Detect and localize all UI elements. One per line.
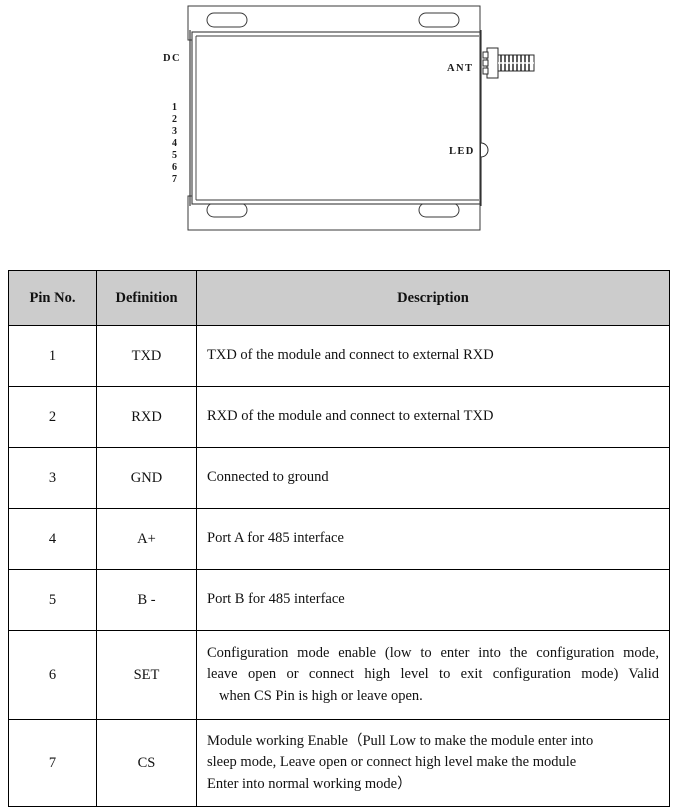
description-line: when CS Pin is high or leave open.	[219, 687, 423, 704]
cell-definition: GND	[96, 447, 197, 509]
cell-pin-no: 6	[8, 630, 97, 720]
cell-description: TXD of the module and connect to externa…	[196, 325, 670, 387]
table-row: 6 SET Configuration mode enable (low to …	[8, 630, 670, 720]
cell-pin-no: 3	[8, 447, 97, 509]
ant-label: ANT	[447, 63, 473, 74]
pin-number-2: 2	[172, 114, 177, 125]
pin-number-1: 1	[172, 102, 177, 113]
cell-description: Module working Enable（Pull Low to make t…	[196, 719, 670, 807]
description-line: sleep mode, Leave open or connect high l…	[207, 754, 577, 771]
column-header-definition: Definition	[96, 270, 197, 326]
description-line: Module working Enable（Pull Low to make t…	[207, 733, 594, 750]
table-row: 7 CS Module working Enable（Pull Low to m…	[8, 719, 670, 807]
table-row: 3 GND Connected to ground	[8, 447, 670, 509]
pin-number-6: 6	[172, 162, 177, 173]
cell-pin-no: 1	[8, 325, 97, 387]
table-header-row: Pin No. Definition Description	[8, 270, 670, 326]
module-body-outline	[191, 31, 481, 205]
cell-pin-no: 7	[8, 719, 97, 807]
cell-pin-no: 4	[8, 508, 97, 570]
cell-definition: TXD	[96, 325, 197, 387]
pin-number-5: 5	[172, 150, 177, 161]
description-line: Enter into normal working mode）	[207, 775, 412, 792]
pin-number-3: 3	[172, 126, 177, 137]
cell-description: Connected to ground	[196, 447, 670, 509]
cell-definition: RXD	[96, 386, 197, 448]
pin-number-7: 7	[172, 174, 177, 185]
cell-description: Port B for 485 interface	[196, 569, 670, 631]
cell-definition: SET	[96, 630, 197, 720]
pin-number-4: 4	[172, 138, 177, 149]
cell-pin-no: 5	[8, 569, 97, 631]
table-row: 1 TXD TXD of the module and connect to e…	[8, 325, 670, 387]
description-line: leave open or connect high level to exit…	[207, 666, 659, 683]
column-header-description: Description	[196, 270, 670, 326]
cell-description: RXD of the module and connect to externa…	[196, 386, 670, 448]
cell-definition: A+	[96, 508, 197, 570]
cell-pin-no: 2	[8, 386, 97, 448]
led-label: LED	[449, 146, 475, 157]
table-row: 4 A+ Port A for 485 interface	[8, 508, 670, 570]
cell-description: Configuration mode enable (low to enter …	[196, 630, 670, 720]
description-line: Configuration mode enable (low to enter …	[207, 645, 659, 662]
led-indicator	[480, 142, 489, 158]
table-row: 5 B - Port B for 485 interface	[8, 569, 670, 631]
dc-label: DC	[163, 53, 181, 64]
table-row: 2 RXD RXD of the module and connect to e…	[8, 386, 670, 448]
cell-definition: CS	[96, 719, 197, 807]
pin-definition-table-container: Pin No. Definition Description 1 TXD TXD…	[8, 270, 670, 807]
cell-description: Port A for 485 interface	[196, 508, 670, 570]
pin-definition-table: Pin No. Definition Description 1 TXD TXD…	[8, 270, 670, 807]
column-header-pin-no: Pin No.	[8, 270, 97, 326]
cell-definition: B -	[96, 569, 197, 631]
device-diagram: DC ANT LED 1 2 3 4 5 6 7	[0, 0, 677, 250]
